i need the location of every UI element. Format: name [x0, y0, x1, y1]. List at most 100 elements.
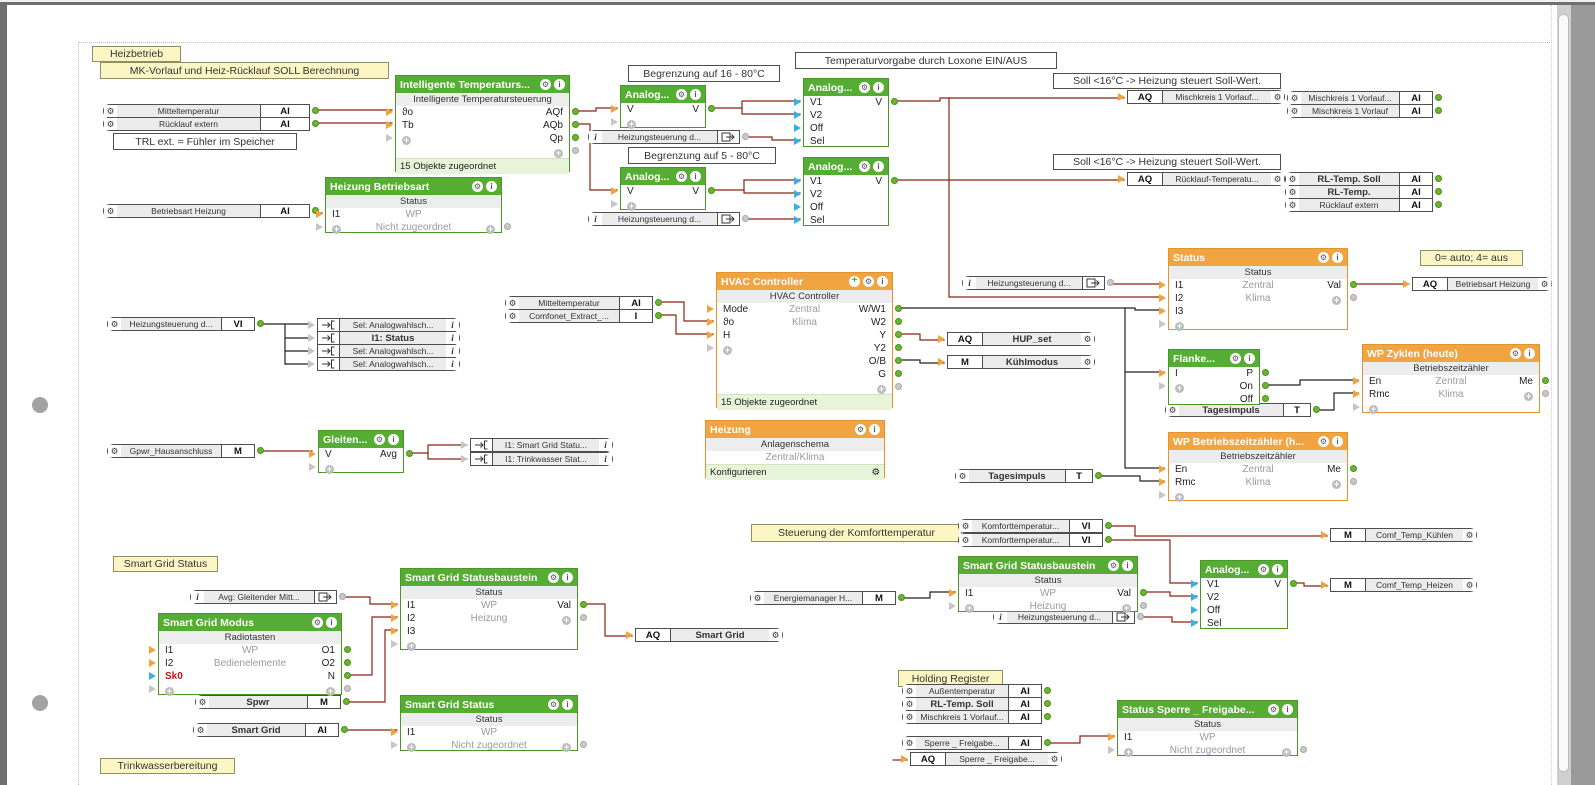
unused-dot[interactable] [344, 685, 351, 692]
block-header[interactable]: Smart Grid Statusbaustein ⚙ i [959, 557, 1137, 574]
add-output-button[interactable]: + [562, 739, 571, 752]
block-header[interactable]: Analog... ⚙ i [621, 86, 705, 103]
output-connector[interactable]: AQ Sperre _ Freigabe... ⚙ [910, 752, 1062, 766]
input-port[interactable] [149, 659, 156, 667]
add-output-button[interactable]: + [554, 145, 563, 158]
output-dot[interactable] [1095, 472, 1102, 479]
output-dot[interactable] [895, 370, 902, 377]
add-input-button[interactable]: + [627, 116, 636, 129]
block-header[interactable]: Smart Grid Modus ⚙ i [159, 614, 341, 631]
add-input-button[interactable]: + [402, 132, 411, 145]
block-analog-wahlschalter-2[interactable]: Analog... ⚙ i V1 V V2 Off Sel [803, 157, 889, 226]
input-port[interactable] [794, 177, 801, 185]
input-port[interactable] [149, 685, 156, 693]
output-dot[interactable] [1350, 281, 1357, 288]
output-dot[interactable] [1290, 580, 1297, 587]
input-port[interactable] [391, 640, 398, 648]
output-dot[interactable] [1435, 175, 1442, 182]
gear-icon[interactable]: ⚙ [962, 522, 970, 531]
input-port[interactable] [611, 187, 618, 195]
input-port[interactable] [1118, 175, 1125, 183]
input-connector[interactable]: ⚙ Smart Grid AI [193, 723, 339, 737]
input-port[interactable] [316, 223, 323, 231]
add-input-button[interactable]: + [325, 461, 334, 474]
input-port[interactable] [391, 601, 398, 609]
block-analog-begrenzung-16[interactable]: Analog... ⚙ i V V + [620, 85, 706, 129]
add-output-button[interactable]: + [486, 221, 495, 234]
block-header[interactable]: HVAC Controller + ⚙ i [717, 273, 892, 290]
export-reference-connector[interactable]: i Heizungsteuerung d... [588, 130, 740, 144]
add-input-button[interactable]: + [723, 342, 732, 355]
output-dot[interactable] [1313, 406, 1320, 413]
gear-icon[interactable]: ⚙ [1318, 252, 1329, 263]
gear-icon[interactable]: ⚙ [509, 312, 517, 321]
output-dot[interactable] [1435, 107, 1442, 114]
input-port[interactable] [794, 124, 801, 132]
output-dot[interactable] [1044, 739, 1051, 746]
gear-icon[interactable]: ⚙ [1169, 406, 1177, 415]
output-dot[interactable] [572, 134, 579, 141]
output-connector[interactable]: M Comf_Temp_Heizen ⚙ [1330, 578, 1477, 592]
info-icon[interactable]: i [1122, 560, 1133, 571]
add-output-button[interactable]: + [1282, 744, 1291, 757]
output-dot[interactable] [895, 305, 902, 312]
gear-icon[interactable]: ⚙ [1510, 348, 1521, 359]
info-icon[interactable]: i [869, 424, 880, 435]
gear-icon[interactable]: ⚙ [859, 161, 870, 172]
add-input-button[interactable]: + [1175, 318, 1184, 331]
input-connector[interactable]: ⚙ RL-Temp. AI [1285, 185, 1433, 199]
input-port[interactable] [1159, 491, 1166, 499]
input-connector[interactable]: ⚙ Rücklauf extern AI [1285, 198, 1433, 212]
block-intelligente-temperatursteuerung[interactable]: Intelligente Temperaturs... ⚙ i Intelligent… [395, 75, 570, 174]
input-connector[interactable]: ⚙ Mitteltemperatur AI [103, 104, 310, 118]
output-connector[interactable]: M Comf_Temp_Kühlen ⚙ [1330, 528, 1477, 542]
input-port[interactable] [1159, 294, 1166, 302]
info-icon[interactable]: i [873, 161, 884, 172]
add-output-button[interactable]: + [1332, 292, 1341, 305]
import-reference-connector[interactable]: I1: Smart Grid Statu... i [470, 438, 613, 452]
output-dot[interactable] [257, 447, 264, 454]
add-output-button[interactable]: + [877, 381, 886, 394]
gear-icon[interactable]: ⚙ [111, 320, 119, 329]
info-icon[interactable]: i [451, 333, 454, 343]
info-icon[interactable]: i [451, 359, 454, 369]
gear-icon[interactable]: ⚙ [906, 700, 914, 709]
gear-icon[interactable]: ⚙ [197, 726, 205, 735]
gear-icon[interactable]: ⚙ [107, 120, 115, 129]
output-connector[interactable]: AQ Mischkreis 1 Vorlauf... ⚙ [1127, 90, 1285, 104]
input-port[interactable] [1403, 280, 1410, 288]
add-output-button[interactable]: + [1122, 600, 1131, 613]
input-port[interactable] [794, 98, 801, 106]
block-wp-zyklen-heute[interactable]: WP Zyklen (heute) ⚙ i Betriebszeitzähler En Z… [1362, 344, 1540, 414]
gear-icon[interactable]: ⚙ [906, 739, 914, 748]
block-analog-wahlschalter-1[interactable]: Analog... ⚙ i V1 V V2 Off Sel [803, 78, 889, 147]
gear-icon[interactable]: ⚙ [1108, 560, 1119, 571]
info-icon[interactable]: i [554, 79, 565, 90]
gear-icon[interactable]: ⚙ [509, 299, 517, 308]
input-port[interactable] [938, 358, 945, 366]
info-icon[interactable]: i [877, 276, 888, 287]
add-output-button[interactable]: + [562, 612, 571, 625]
block-header[interactable]: Gleiten... ⚙ i [319, 431, 403, 448]
info-icon[interactable]: i [326, 617, 337, 628]
unused-dot[interactable] [580, 614, 587, 621]
output-dot[interactable] [1044, 687, 1051, 694]
input-port[interactable] [794, 216, 801, 224]
block-header[interactable]: Flanke... ⚙ i [1169, 350, 1259, 367]
block-heizung-anlagenschema[interactable]: Heizung ⚙ i Anlagenschema Zentral/Klima Konfi… [705, 420, 885, 480]
output-dot[interactable] [1542, 377, 1549, 384]
info-icon[interactable]: i [451, 320, 454, 330]
input-port[interactable] [611, 105, 618, 113]
output-dot[interactable] [344, 659, 351, 666]
output-dot[interactable] [312, 107, 319, 114]
input-connector[interactable]: ⚙ Rücklauf extern AI [103, 117, 310, 131]
block-hvac-controller[interactable]: HVAC Controller + ⚙ i HVAC Controller Mode Zen… [716, 272, 893, 410]
input-port[interactable] [1321, 581, 1328, 589]
input-port[interactable] [1159, 382, 1166, 390]
info-icon[interactable]: i [1332, 436, 1343, 447]
output-connector[interactable]: AQ Betriebsart Heizung ⚙ [1412, 277, 1552, 291]
input-port[interactable] [707, 305, 714, 313]
add-output-button[interactable]: + [1524, 388, 1533, 401]
info-icon[interactable]: i [604, 454, 607, 464]
unused-dot[interactable] [1300, 746, 1307, 753]
